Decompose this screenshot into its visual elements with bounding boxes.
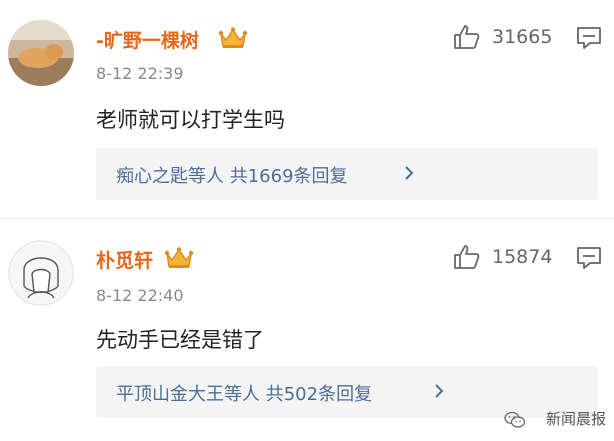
- username[interactable]: -旷野一棵树: [96, 26, 199, 53]
- comment-text: 老师就可以打学生吗: [96, 108, 285, 132]
- avatar[interactable]: [8, 240, 74, 306]
- reply-comment-icon[interactable]: [576, 26, 602, 50]
- username[interactable]: 朴觅轩: [96, 246, 153, 273]
- replies-summary-text: 痴心之匙等人 共1669条回复: [116, 166, 348, 187]
- chevron-right-icon: [405, 166, 414, 180]
- avatar[interactable]: [8, 20, 74, 86]
- like-count: 31665: [492, 26, 553, 48]
- thumbs-up-icon[interactable]: [453, 244, 481, 270]
- comment-item: 朴觅轩 8-12 22:40 先动手已经是错了 平顶山金大王等人 共502条回复…: [0, 218, 614, 441]
- thumbs-up-icon[interactable]: [453, 24, 481, 50]
- reply-comment-icon[interactable]: [576, 246, 602, 270]
- chevron-right-icon: [435, 384, 444, 398]
- wechat-icon: [504, 411, 526, 428]
- comment-timestamp: 8-12 22:40: [96, 286, 184, 305]
- like-count: 15874: [492, 246, 553, 268]
- crown-badge-icon: [164, 247, 194, 268]
- watermark-text: 新闻晨报: [545, 410, 606, 428]
- replies-summary-text: 平顶山金大王等人 共502条回复: [116, 384, 373, 405]
- comment-item: -旷野一棵树 8-12 22:39 老师就可以打学生吗 痴心之匙等人 共1669…: [0, 0, 614, 218]
- comment-text: 先动手已经是错了: [96, 328, 264, 352]
- replies-summary-button[interactable]: 痴心之匙等人 共1669条回复: [96, 148, 598, 200]
- comment-timestamp: 8-12 22:39: [96, 64, 184, 83]
- crown-badge-icon: [218, 27, 248, 48]
